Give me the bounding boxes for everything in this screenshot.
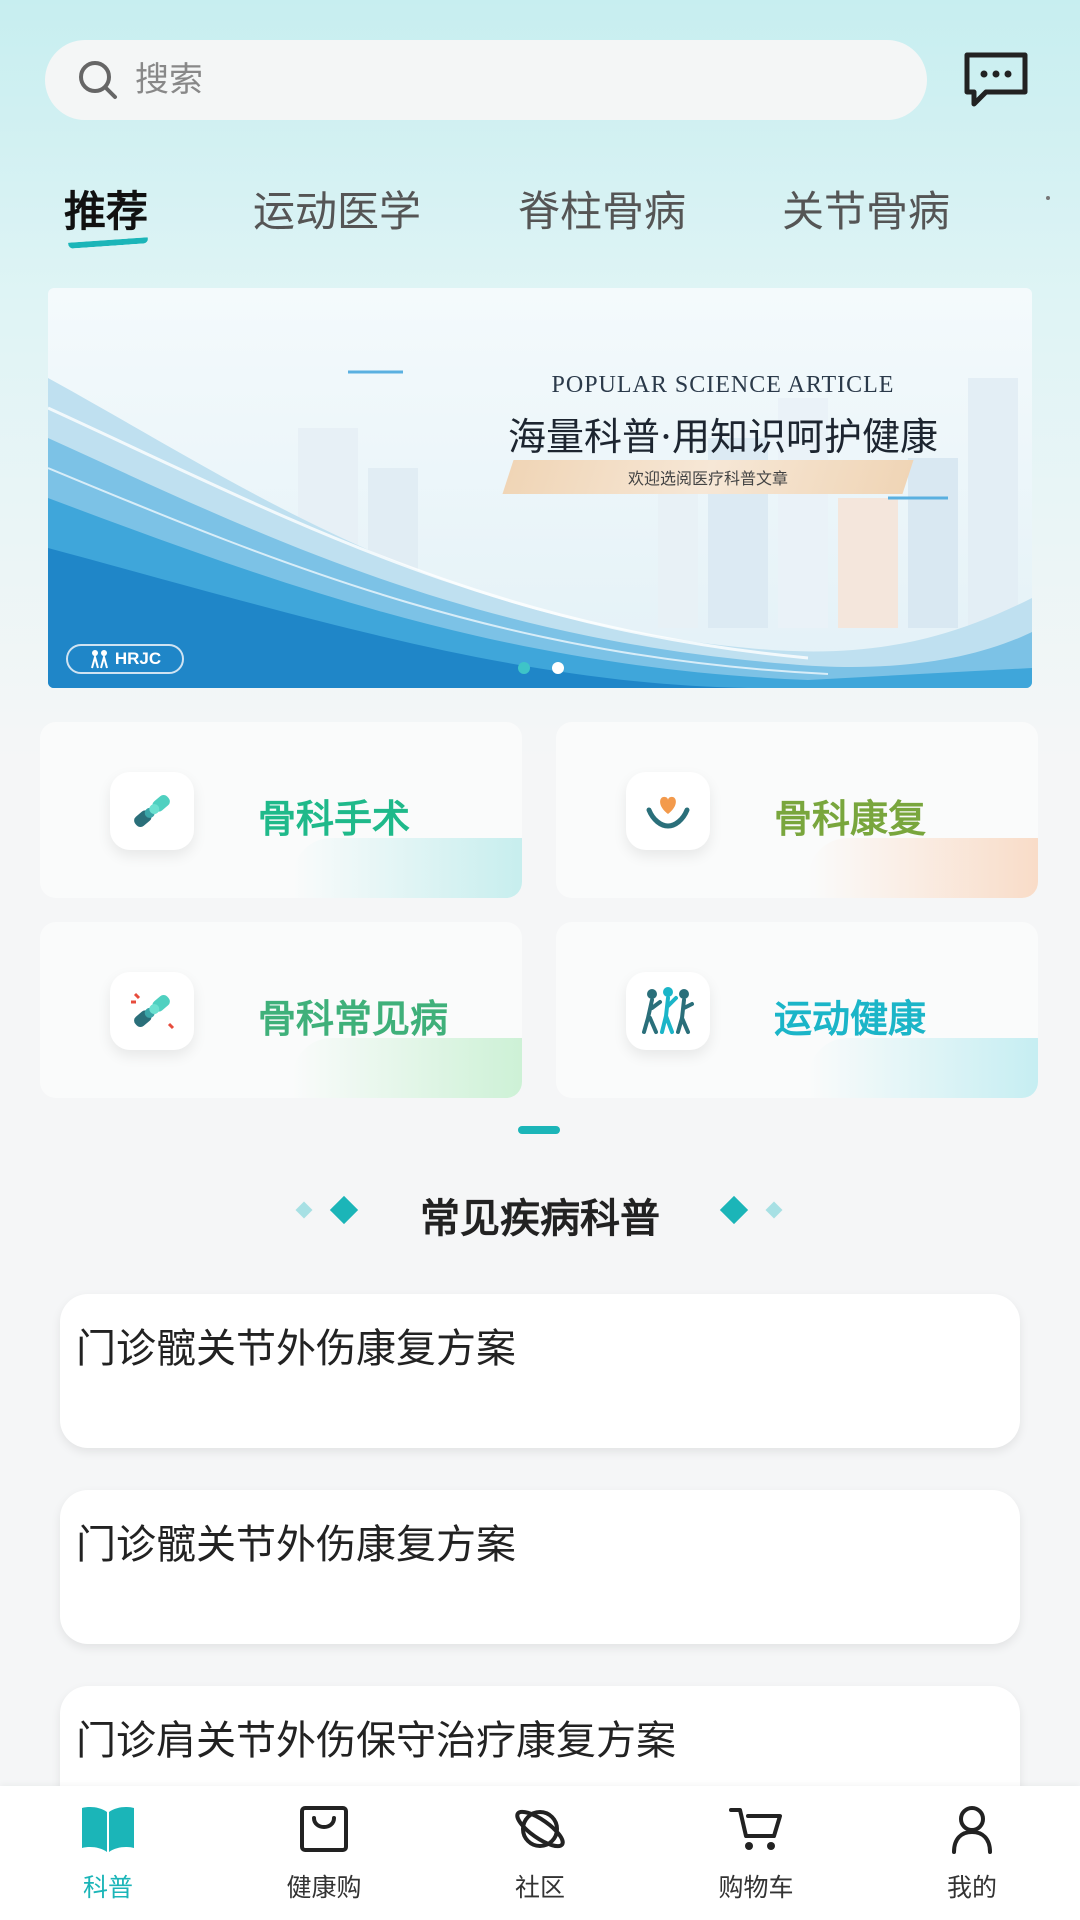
category-label: 运动健康 xyxy=(774,997,927,1041)
banner-tag-text: 欢迎选阅医疗科普文章 xyxy=(627,469,788,488)
category-label: 骨科手术 xyxy=(258,797,411,841)
search-input[interactable] xyxy=(135,60,835,100)
nav-item-cart[interactable]: 购物车 xyxy=(648,1786,864,1920)
banner-carousel[interactable]: POPULAR SCIENCE ARTICLE 海量科普·用知识呵护健康 欢迎选… xyxy=(48,288,1032,688)
nav-item-mine[interactable]: 我的 xyxy=(864,1786,1080,1920)
category-card-surgery[interactable]: 骨科手术 xyxy=(40,722,522,898)
nav-item-community[interactable]: 社区 xyxy=(432,1786,648,1920)
carousel-dot-2[interactable] xyxy=(552,662,564,674)
nav-label: 健康购 xyxy=(286,1873,362,1902)
heart-hands-icon xyxy=(626,772,710,850)
person-icon xyxy=(952,1806,992,1854)
banner-subtitle: POPULAR SCIENCE ARTICLE xyxy=(551,372,895,398)
tab-spine-bone[interactable]: 脊柱骨病 xyxy=(518,178,686,239)
card-glow xyxy=(808,1038,1038,1098)
carousel-dot-1[interactable] xyxy=(518,662,530,674)
nav-label: 社区 xyxy=(514,1873,565,1902)
banner-title: 海量科普·用知识呵护健康 xyxy=(507,415,939,459)
sports-people-icon xyxy=(626,972,710,1050)
banner-logo-text: HRJC xyxy=(114,649,162,668)
shopping-bag-icon xyxy=(300,1806,348,1852)
category-tabs: 推荐 运动医学 脊柱骨病 关节骨病 xyxy=(0,178,1080,258)
banner-tag: 欢迎选阅医疗科普文章 xyxy=(502,460,914,494)
planet-icon xyxy=(515,1809,565,1849)
category-card-rehab[interactable]: 骨科康复 xyxy=(556,722,1038,898)
book-icon xyxy=(82,1807,134,1852)
bottom-navigation: 科普 健康购 社区 购物车 我的 xyxy=(0,1786,1080,1920)
nav-item-science[interactable]: 科普 xyxy=(0,1786,216,1920)
article-card[interactable]: 门诊髋关节外伤康复方案 xyxy=(60,1490,1020,1644)
tab-overflow-indicator xyxy=(1046,196,1050,200)
tab-recommend[interactable]: 推荐 xyxy=(64,178,148,239)
card-glow xyxy=(292,838,522,898)
category-label: 骨科常见病 xyxy=(258,997,449,1041)
section-title: 常见疾病科普 xyxy=(420,1196,660,1242)
article-card[interactable]: 门诊髋关节外伤康复方案 xyxy=(60,1294,1020,1448)
category-label: 骨科康复 xyxy=(774,797,927,841)
hrjc-logo: HRJC xyxy=(66,644,184,674)
article-title: 门诊髋关节外伤康复方案 xyxy=(76,1326,516,1372)
nav-label: 我的 xyxy=(946,1873,997,1902)
joint-pain-icon xyxy=(110,972,194,1050)
bone-joint-icon xyxy=(110,772,194,850)
card-glow xyxy=(808,838,1038,898)
message-icon[interactable] xyxy=(962,50,1030,108)
search-bar[interactable] xyxy=(45,40,927,120)
cart-icon xyxy=(729,1808,782,1850)
nav-label: 购物车 xyxy=(718,1873,794,1902)
article-title: 门诊髋关节外伤康复方案 xyxy=(76,1522,516,1568)
search-icon xyxy=(79,61,117,99)
category-card-sports-health[interactable]: 运动健康 xyxy=(556,922,1038,1098)
card-glow xyxy=(292,1038,522,1098)
category-page-indicator xyxy=(518,1126,560,1134)
tab-joint-bone[interactable]: 关节骨病 xyxy=(782,178,950,239)
people-logo-icon xyxy=(90,650,108,669)
tab-sports-medicine[interactable]: 运动医学 xyxy=(253,178,421,239)
category-card-common-disease[interactable]: 骨科常见病 xyxy=(40,922,522,1098)
nav-item-health-shop[interactable]: 健康购 xyxy=(216,1786,432,1920)
article-title: 门诊肩关节外伤保守治疗康复方案 xyxy=(76,1718,676,1764)
nav-label: 科普 xyxy=(82,1873,133,1902)
